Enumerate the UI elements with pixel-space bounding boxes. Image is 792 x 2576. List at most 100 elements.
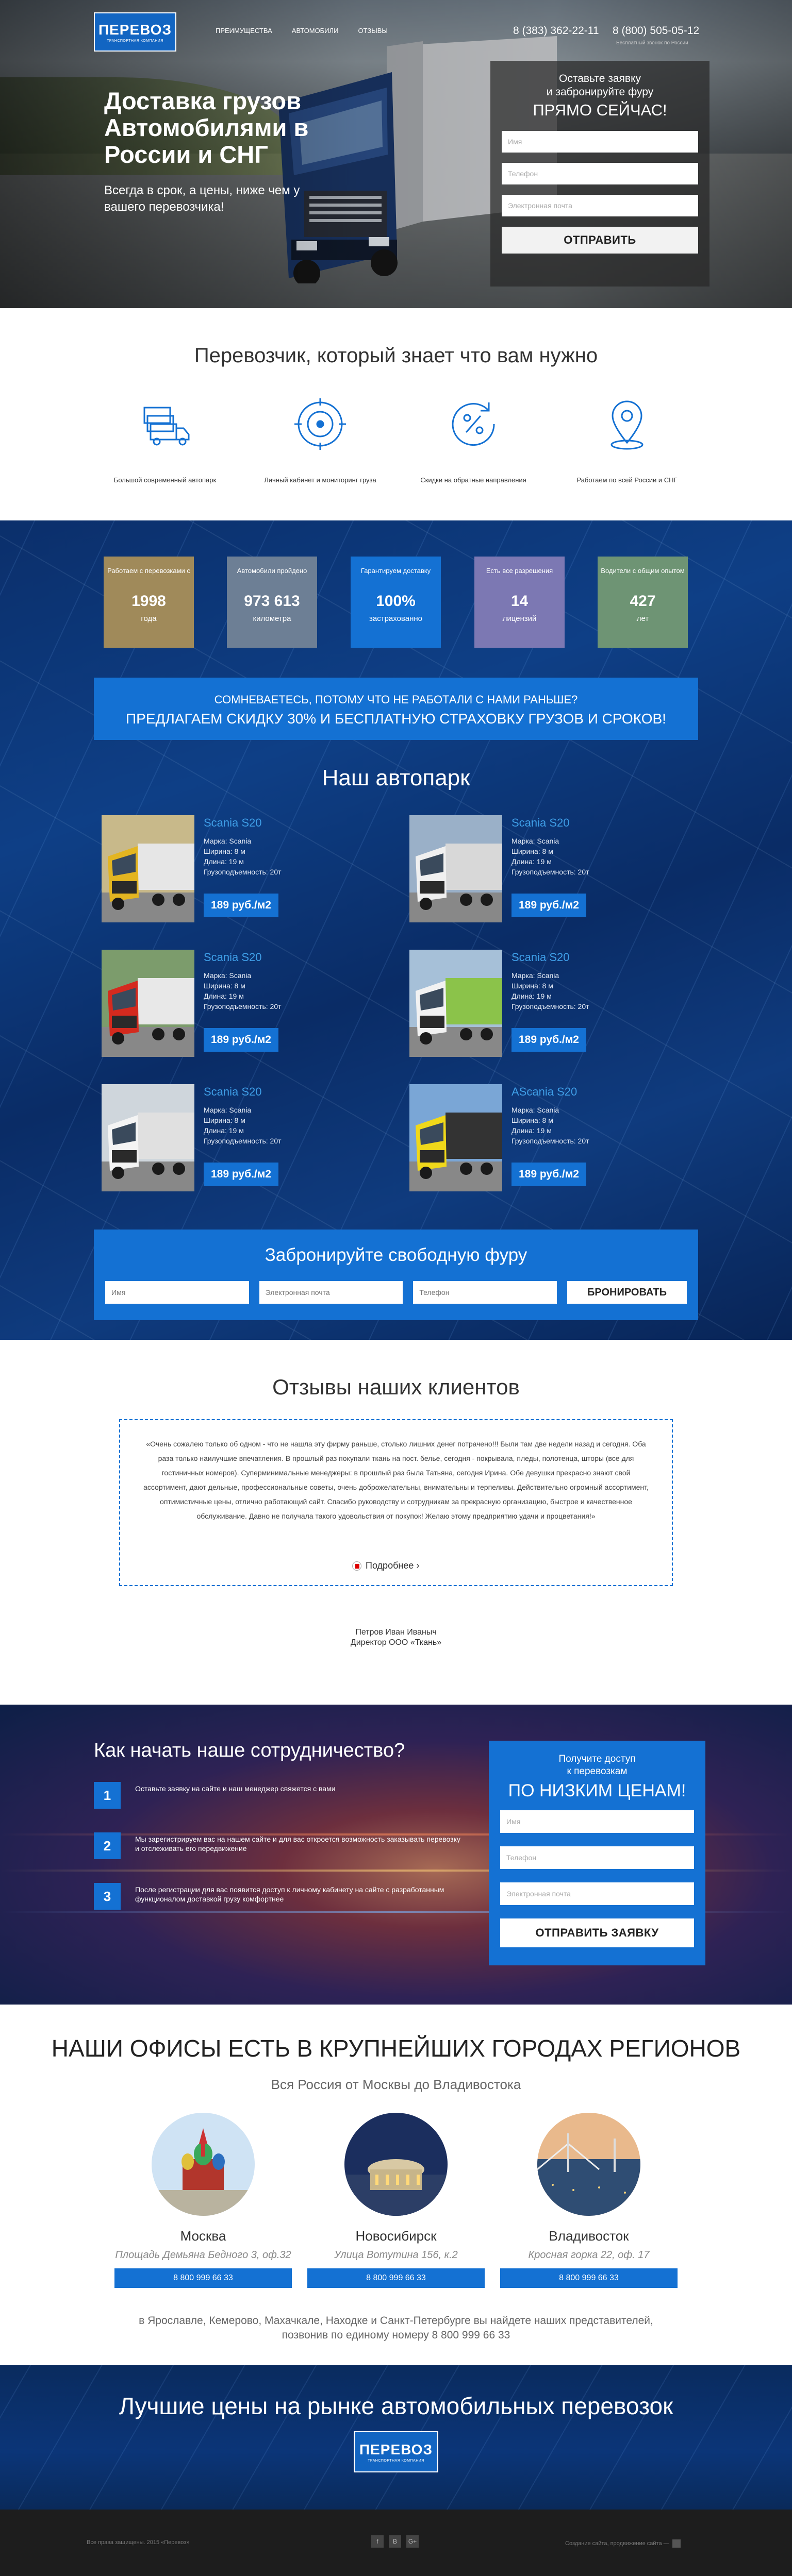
feature-monitoring-label: Личный кабинет и мониторинг груза	[264, 476, 376, 484]
logo-title: ПЕРЕВОЗ	[359, 2441, 433, 2457]
truck-brand: Марка: Scania	[512, 837, 559, 845]
step-2: 2 Мы зарегистрируем вас на нашем сайте и…	[94, 1832, 465, 1863]
truck-price-button[interactable]: 189 руб./м2	[204, 1028, 278, 1052]
hero-submit-button[interactable]: ОТПРАВИТЬ	[502, 227, 698, 254]
step-text: После регистрации для вас появится досту…	[135, 1885, 444, 1903]
hero-request-form: Оставьте заявку и забронируйте фуру ПРЯМ…	[490, 61, 710, 287]
footer-logo[interactable]: ПЕРЕВОЗ ТРАНСПОРТНАЯ КОМПАНИЯ	[354, 2431, 438, 2472]
access-form-line1: Получите доступ	[558, 1754, 636, 1764]
review-more-link[interactable]: Подробнее ›	[352, 1560, 419, 1571]
novosibirsk-photo	[344, 2113, 448, 2216]
truck-load: Грузоподъемность: 20т	[512, 868, 589, 876]
truck-width: Ширина: 8 м	[204, 982, 245, 990]
cta-title: Лучшие цены на рынке автомобильных перев…	[119, 2393, 673, 2419]
phone-local[interactable]: 8 (383) 362-22-11	[513, 25, 599, 37]
truck-price-button[interactable]: 189 руб./м2	[512, 1163, 586, 1186]
truck-specs: Марка: Scania Ширина: 8 м Длина: 19 м Грузо…	[512, 836, 589, 877]
truck-name: Scania S20	[204, 1085, 262, 1098]
access-email-input[interactable]	[500, 1882, 694, 1905]
truck-specs: Марка: Scania Ширина: 8 м Длина: 19 м Грузо…	[204, 836, 282, 877]
feature-discount-label: Скидки на обратные направления	[420, 476, 526, 484]
stat-card-licenses: Есть все разрешения 14 лицензий	[474, 557, 565, 648]
developer-credit[interactable]: Создание сайта, продвижение сайта —	[565, 2539, 681, 2548]
offices-subtitle: Вся Россия от Москвы до Владивостока	[271, 2077, 521, 2092]
hero-section: ПЕРЕВОЗ ТРАНСПОРТНАЯ КОМПАНИЯ ПРЕИМУЩЕСТ…	[0, 0, 792, 308]
offices-footnote: в Ярославле, Кемерово, Махачкале, Находк…	[0, 2314, 792, 2343]
office-phone-button[interactable]: 8 800 999 66 33	[307, 2268, 485, 2288]
truck-price-button[interactable]: 189 руб./м2	[204, 894, 278, 917]
truck-price-button[interactable]: 189 руб./м2	[512, 1028, 586, 1052]
stat-card-years: Работаем с перевозками с 1998 года	[104, 557, 194, 648]
truck-photo	[409, 815, 502, 922]
booking-submit-button[interactable]: БРОНИРОВАТЬ	[567, 1281, 687, 1304]
vladivostok-photo	[537, 2113, 640, 2216]
step-text: Мы зарегистрируем вас на нашем сайте и д…	[135, 1835, 460, 1853]
truck-name: Scania S20	[512, 816, 570, 829]
truck-name: Scania S20	[204, 951, 262, 964]
truck-width: Ширина: 8 м	[512, 982, 553, 990]
office-phone-button[interactable]: 8 800 999 66 33	[500, 2268, 678, 2288]
truck-card: Scania S20 Марка: Scania Ширина: 8 м Длина:…	[102, 950, 380, 1057]
logo-subtitle: ТРАНСПОРТНАЯ КОМПАНИЯ	[368, 2459, 424, 2463]
phone-free[interactable]: 8 (800) 505-05-12	[613, 25, 699, 37]
location-icon	[610, 400, 644, 450]
access-submit-button[interactable]: ОТПРАВИТЬ ЗАЯВКУ	[500, 1918, 694, 1947]
step-1: 1 Оставьте заявку на сайте и наш менедже…	[94, 1782, 465, 1813]
reviews-section: Отзывы наших клиентов «Очень сожалею тол…	[0, 1340, 792, 1705]
booking-phone-input[interactable]	[413, 1281, 557, 1304]
office-city: Москва	[180, 2228, 226, 2244]
office-vladivostok: Владивосток Кросная горка 22, оф. 17 8 8…	[500, 2113, 678, 2288]
step-3: 3 После регистрации для вас появится дос…	[94, 1883, 465, 1914]
truck-card: Scania S20 Марка: Scania Ширина: 8 м Длина:…	[102, 815, 380, 922]
truck-name: Scania S20	[204, 816, 262, 829]
nav-item-advantages[interactable]: ПРЕИМУЩЕСТВА	[216, 27, 272, 35]
truck-price-button[interactable]: 189 руб./м2	[512, 894, 586, 917]
truck-specs: Марка: Scania Ширина: 8 м Длина: 19 м Грузо…	[204, 970, 282, 1012]
booking-name-input[interactable]	[105, 1281, 249, 1304]
cooperation-title: Как начать наше сотрудничество?	[94, 1740, 405, 1761]
truck-brand: Марка: Scania	[512, 1106, 559, 1114]
developer-logo-icon	[672, 2539, 681, 2548]
review-text: «Очень сожалею только об одном - что не …	[143, 1440, 649, 1520]
truck-load: Грузоподъемность: 20т	[204, 868, 282, 876]
vk-icon[interactable]: В	[389, 2535, 401, 2548]
booking-email-input[interactable]	[259, 1281, 403, 1304]
office-phone-button[interactable]: 8 800 999 66 33	[114, 2268, 292, 2288]
stat-card-distance: Автомобили пройдено 973 613 километра	[227, 557, 317, 648]
truck-card: Scania S20 Марка: Scania Ширина: 8 м Длина:…	[102, 1084, 380, 1191]
booking-title: Забронируйте свободную фуру	[265, 1245, 527, 1265]
stat-unit: года	[141, 614, 157, 623]
hero-phone-input[interactable]	[502, 163, 698, 184]
access-name-input[interactable]	[500, 1810, 694, 1833]
fleet-section: Работаем с перевозками с 1998 года Автом…	[0, 520, 792, 1340]
truck-card: AScania S20 Марка: Scania Ширина: 8 м Длина…	[409, 1084, 688, 1191]
truck-specs: Марка: Scania Ширина: 8 м Длина: 19 м Грузо…	[204, 1105, 282, 1146]
googleplus-icon[interactable]: G+	[406, 2535, 419, 2548]
nav-item-reviews[interactable]: ОТЗЫВЫ	[358, 27, 387, 35]
reviewer-name: Петров Иван Иваныч	[355, 1628, 437, 1637]
truck-photo	[102, 950, 194, 1057]
logo-subtitle: ТРАНСПОРТНАЯ КОМПАНИЯ	[107, 39, 163, 43]
stat-value: 14	[510, 593, 529, 610]
hero-name-input[interactable]	[502, 131, 698, 153]
stat-value: 973 613	[244, 593, 300, 610]
feature-discount: Скидки на обратные направления	[406, 393, 540, 484]
copyright-text: Все права защищены. 2015 «Перевоз»	[87, 2539, 190, 2546]
hero-email-input[interactable]	[502, 195, 698, 216]
discount-icon	[452, 402, 495, 446]
stat-label: Водители с общим опытом	[601, 567, 685, 575]
truck-price-button[interactable]: 189 руб./м2	[204, 1163, 278, 1186]
hero-form-line2: и забронируйте фуру	[546, 86, 654, 98]
truck-width: Ширина: 8 м	[204, 847, 245, 855]
social-links: f В G+	[371, 2535, 419, 2548]
fleet-title: Наш автопарк	[322, 765, 470, 790]
facebook-icon[interactable]: f	[371, 2535, 384, 2548]
monitoring-icon	[294, 398, 346, 450]
features-section: Перевозчик, который знает что вам нужно …	[0, 308, 792, 520]
banner-question: СОМНЕВАЕТЕСЬ, ПОТОМУ ЧТО НЕ РАБОТАЛИ С Н…	[214, 693, 578, 706]
access-phone-input[interactable]	[500, 1846, 694, 1869]
site-logo[interactable]: ПЕРЕВОЗ ТРАНСПОРТНАЯ КОМПАНИЯ	[94, 12, 176, 52]
nav-item-cars[interactable]: АВТОМОБИЛИ	[292, 27, 339, 35]
truck-name: AScania S20	[512, 1085, 578, 1098]
truck-length: Длина: 19 м	[512, 992, 552, 1000]
